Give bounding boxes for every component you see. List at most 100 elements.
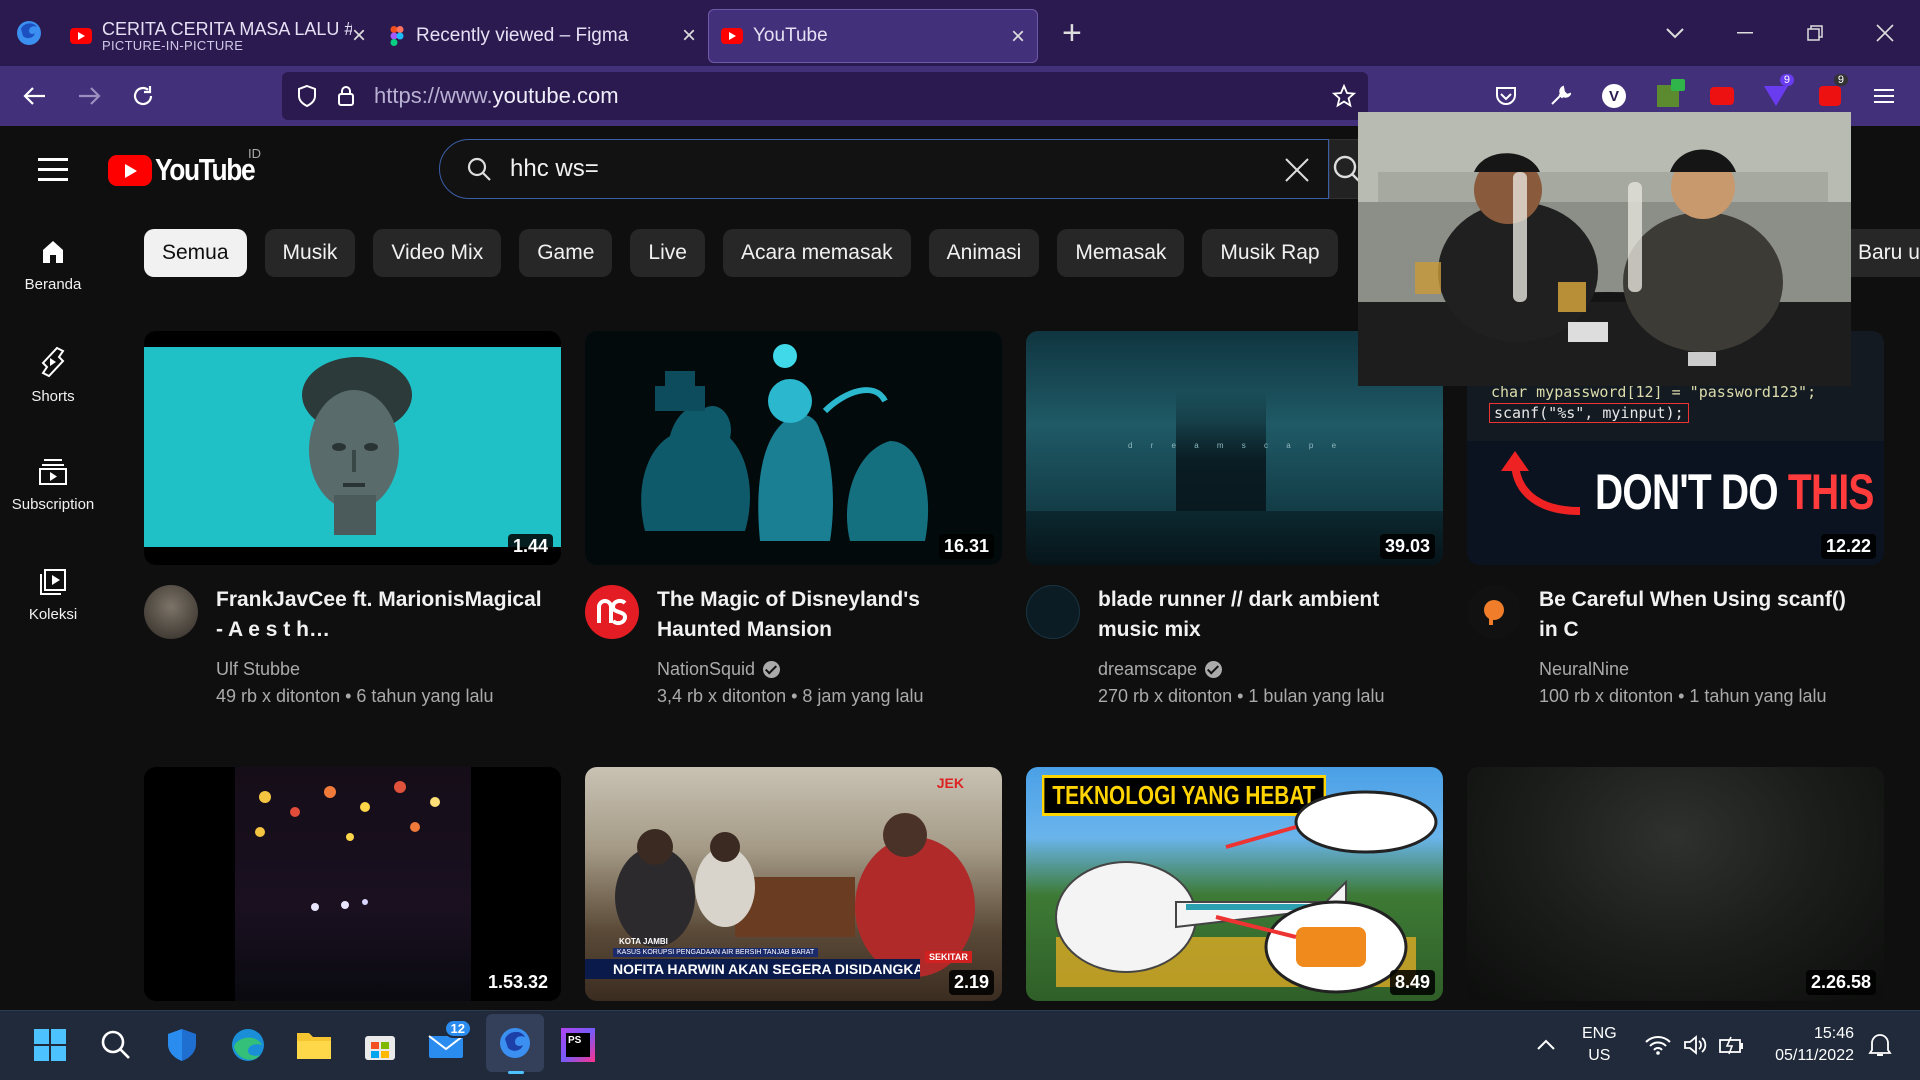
- microsoft-store-icon[interactable]: [354, 1019, 406, 1071]
- sidebar-item-label: Subscription: [11, 495, 95, 513]
- sidebar-item-subscription[interactable]: Subscription: [0, 430, 106, 540]
- duration-badge: 2.19: [948, 970, 994, 995]
- video-stats: 3,4 rb x ditonton • 8 jam yang lalu: [657, 686, 924, 706]
- sidebar-item-koleksi[interactable]: Koleksi: [0, 540, 106, 650]
- video-title[interactable]: FrankJavCee ft. MarionisMagical - A e s …: [216, 585, 546, 645]
- chip-musik-rap[interactable]: Musik Rap: [1202, 229, 1338, 277]
- firefox-logo-icon[interactable]: [0, 0, 58, 66]
- video-stats: 270 rb x ditonton • 1 bulan yang lalu: [1098, 686, 1385, 706]
- bookmark-star-icon[interactable]: [1332, 84, 1356, 108]
- minimize-icon[interactable]: [1710, 0, 1780, 66]
- defender-shield-icon[interactable]: [156, 1019, 208, 1071]
- search-icon[interactable]: [90, 1019, 142, 1071]
- chip-baru-diupload[interactable]: Baru u: [1842, 229, 1920, 277]
- url-text[interactable]: https://www.youtube.com: [374, 83, 619, 109]
- clear-search-icon[interactable]: [1284, 157, 1310, 183]
- video-title[interactable]: blade runner // dark ambient music mix: [1098, 585, 1428, 645]
- reload-icon[interactable]: [116, 66, 170, 126]
- tab-youtube[interactable]: YouTube ×: [708, 9, 1038, 63]
- video-card[interactable]: 1.53.32: [144, 767, 561, 1001]
- close-tab-icon[interactable]: ×: [682, 24, 696, 48]
- shield-icon[interactable]: [296, 84, 318, 108]
- helicopter-image: [1055, 790, 1438, 994]
- channel-avatar[interactable]: [585, 585, 639, 639]
- chip-semua[interactable]: Semua: [144, 229, 247, 277]
- video-thumbnail[interactable]: 1.44: [144, 331, 561, 565]
- language-indicator[interactable]: ENG US: [1582, 1010, 1617, 1080]
- video-card[interactable]: d r e a m s c a p e 39.03 blade runner /…: [1026, 331, 1443, 707]
- video-thumbnail[interactable]: 16.31: [585, 331, 1002, 565]
- video-thumbnail[interactable]: 1.53.32: [144, 767, 561, 1001]
- show-hidden-icons[interactable]: [1536, 1010, 1556, 1080]
- forward-icon[interactable]: [62, 66, 116, 126]
- chip-game[interactable]: Game: [519, 229, 613, 277]
- close-tab-icon[interactable]: ×: [352, 24, 366, 48]
- channel-avatar[interactable]: [1467, 585, 1521, 639]
- firefox-taskbar-icon[interactable]: [486, 1014, 544, 1074]
- youtube-favicon-icon: [721, 28, 743, 44]
- video-card[interactable]: 16.31 The Magic of Disneyland's Haunted …: [585, 331, 1002, 707]
- lock-icon[interactable]: [336, 84, 356, 108]
- search-input[interactable]: hhc ws=: [510, 155, 599, 183]
- chip-video-mix[interactable]: Video Mix: [373, 229, 502, 277]
- channel-avatar[interactable]: [144, 585, 198, 639]
- clock[interactable]: 15:46 05/11/2022: [1762, 1010, 1854, 1080]
- edge-icon[interactable]: [222, 1019, 274, 1071]
- mail-icon[interactable]: 12: [420, 1019, 472, 1071]
- start-windows-icon[interactable]: [24, 1019, 76, 1071]
- wifi-icon[interactable]: [1645, 1010, 1671, 1080]
- picture-in-picture-video[interactable]: [1358, 112, 1851, 386]
- restore-icon[interactable]: [1780, 0, 1850, 66]
- library-icon: [40, 568, 66, 595]
- volume-icon[interactable]: [1683, 1010, 1707, 1080]
- channel-name[interactable]: NeuralNine: [1539, 659, 1869, 680]
- phpstorm-icon[interactable]: PS: [552, 1019, 604, 1071]
- app-menu-icon[interactable]: [1858, 66, 1910, 126]
- video-title[interactable]: The Magic of Disneyland's Haunted Mansio…: [657, 585, 987, 645]
- tab-subtitle: PICTURE-IN-PICTURE: [102, 37, 244, 53]
- battery-icon[interactable]: [1718, 1010, 1746, 1080]
- sidebar-item-shorts[interactable]: Shorts: [0, 320, 106, 430]
- video-title[interactable]: Be Careful When Using scanf() in C: [1539, 585, 1869, 645]
- tab-title: Recently viewed – Figma: [416, 25, 629, 46]
- youtube-logo[interactable]: YouTube ID: [108, 146, 272, 188]
- chip-live[interactable]: Live: [630, 229, 705, 277]
- video-card[interactable]: TEKNOLOGI YANG HEBAT 8.49: [1026, 767, 1443, 1001]
- search-box[interactable]: hhc ws=: [439, 139, 1329, 199]
- news-lower-third: KOTA JAMBI KASUS KORUPSI PENGADAAN AIR B…: [585, 937, 1002, 987]
- channel-name[interactable]: Ulf Stubbe: [216, 659, 546, 680]
- video-card[interactable]: 2.26.58: [1467, 767, 1884, 1001]
- chip-memasak[interactable]: Memasak: [1057, 229, 1185, 277]
- video-thumbnail[interactable]: TEKNOLOGI YANG HEBAT 8.49: [1026, 767, 1443, 1001]
- close-tab-icon[interactable]: ×: [1011, 25, 1025, 49]
- sidebar-item-label: Koleksi: [28, 605, 78, 623]
- verified-icon: [1205, 661, 1223, 678]
- video-card[interactable]: JEK KOTA JAMBI KASUS KORUPSI PENGADAAN A…: [585, 767, 1002, 1001]
- video-stats: 100 rb x ditonton • 1 tahun yang lalu: [1539, 686, 1827, 706]
- back-icon[interactable]: [8, 66, 62, 126]
- video-thumbnail[interactable]: 2.26.58: [1467, 767, 1884, 1001]
- news-location: KOTA JAMBI: [619, 937, 668, 946]
- channel-name[interactable]: dreamscape: [1098, 659, 1428, 680]
- filter-chips: Semua Musik Video Mix Game Live Acara me…: [144, 229, 1356, 277]
- chip-animasi[interactable]: Animasi: [928, 229, 1040, 277]
- night-lights-image: [255, 781, 440, 911]
- close-window-icon[interactable]: [1850, 0, 1920, 66]
- youtube-mini-guide: Beranda Shorts Subscription Koleksi: [0, 210, 106, 650]
- file-explorer-icon[interactable]: [288, 1019, 340, 1071]
- channel-avatar[interactable]: [1026, 585, 1080, 639]
- notifications-icon[interactable]: [1868, 1010, 1892, 1080]
- guide-menu-icon[interactable]: [38, 158, 68, 188]
- tab-pip-video[interactable]: CERITA CERITA MASA LALU #M PICTURE-IN-PI…: [58, 9, 378, 63]
- tab-figma[interactable]: Recently viewed – Figma ×: [378, 9, 708, 63]
- list-all-tabs-icon[interactable]: [1640, 0, 1710, 66]
- chip-acara-memasak[interactable]: Acara memasak: [722, 229, 911, 277]
- sidebar-item-beranda[interactable]: Beranda: [0, 210, 106, 320]
- channel-name[interactable]: NationSquid: [657, 659, 987, 680]
- new-tab-button[interactable]: +: [1062, 14, 1082, 53]
- video-card[interactable]: 1.44 FrankJavCee ft. MarionisMagical - A…: [144, 331, 561, 707]
- url-bar[interactable]: https://www.youtube.com: [282, 72, 1368, 120]
- chip-musik[interactable]: Musik: [264, 229, 356, 277]
- video-thumbnail[interactable]: JEK KOTA JAMBI KASUS KORUPSI PENGADAAN A…: [585, 767, 1002, 1001]
- video-card[interactable]: char mypassword[12] = "password123"; sca…: [1467, 331, 1884, 707]
